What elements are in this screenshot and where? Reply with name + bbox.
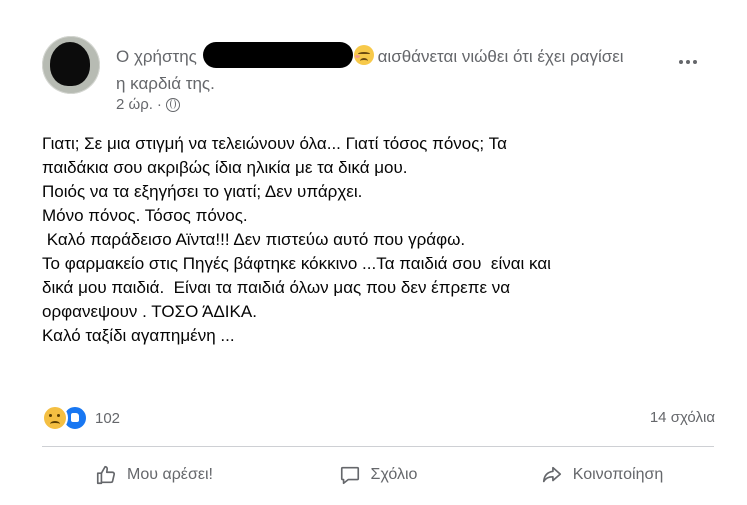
- post-body-line: Καλό παράδεισο Αϊντα!!! Δεν πιστεύω αυτό…: [42, 230, 466, 249]
- comment-bubble-icon: [340, 466, 359, 485]
- reaction-count: 102: [95, 409, 121, 427]
- sad-reaction-icon: [42, 405, 68, 431]
- meta-separator: ·: [156, 96, 162, 113]
- actions-divider: [42, 446, 714, 447]
- sad-feeling-icon: [353, 45, 374, 65]
- post-meta: 2 ώρ. ·: [116, 96, 180, 113]
- reactions-summary[interactable]: 102: [42, 405, 120, 431]
- share-button[interactable]: Κοινοποίηση: [490, 455, 714, 495]
- post-body-line: Μόνο πόνος. Τόσος πόνος.: [42, 206, 248, 225]
- author-prefix: Ο χρήστης: [116, 47, 197, 66]
- post-body: Γιατι; Σε μια στιγμή να τελειώνουν όλα..…: [42, 132, 722, 348]
- post-body-line: Καλό ταξίδι αγαπημένη ...: [42, 326, 235, 345]
- more-options-icon: [679, 60, 683, 64]
- post-body-line: Γιατι; Σε μια στιγμή να τελειώνουν όλα..…: [42, 134, 507, 153]
- comment-button[interactable]: Σχόλιο: [266, 455, 490, 495]
- post-actions-bar: Μου αρέσει! Σχόλιο Κοινοποίηση: [42, 455, 714, 495]
- like-button[interactable]: Μου αρέσει!: [42, 455, 266, 495]
- share-arrow-icon: [542, 466, 561, 483]
- post-timestamp[interactable]: 2 ώρ.: [116, 96, 153, 113]
- post-body-line: παιδάκια σου ακριβώς ίδια ηλικία με τα δ…: [42, 158, 408, 177]
- share-button-label: Κοινοποίηση: [572, 466, 664, 483]
- post-body-line: Το φαρμακείο στις Πηγές βάφτηκε κόκκινο …: [42, 254, 551, 273]
- comment-button-label: Σχόλιο: [370, 466, 418, 483]
- post-body-line: Ποιός να τα εξηγήσει το γιατί; Δεν υπάρχ…: [42, 182, 363, 201]
- post-header: Ο χρήστης αισθάνεται νιώθει ότι έχει ραγ…: [116, 42, 636, 97]
- thumbs-up-icon: [96, 465, 116, 485]
- author-avatar[interactable]: [42, 36, 100, 94]
- post-body-line: ορφανεψουν . ΤΟΣΟ ΆΔΙΚΑ.: [42, 302, 257, 321]
- facebook-post: Ο χρήστης αισθάνεται νιώθει ότι έχει ραγ…: [0, 0, 747, 505]
- globe-icon[interactable]: [165, 97, 180, 112]
- more-options-button[interactable]: [674, 52, 702, 72]
- comments-count-link[interactable]: 14 σχόλια: [650, 409, 715, 426]
- like-button-label: Μου αρέσει!: [127, 466, 213, 483]
- redacted-author-name[interactable]: [202, 42, 353, 68]
- post-body-line: δικά μου παιδιά. Είναι τα παιδιά όλων μα…: [42, 278, 511, 297]
